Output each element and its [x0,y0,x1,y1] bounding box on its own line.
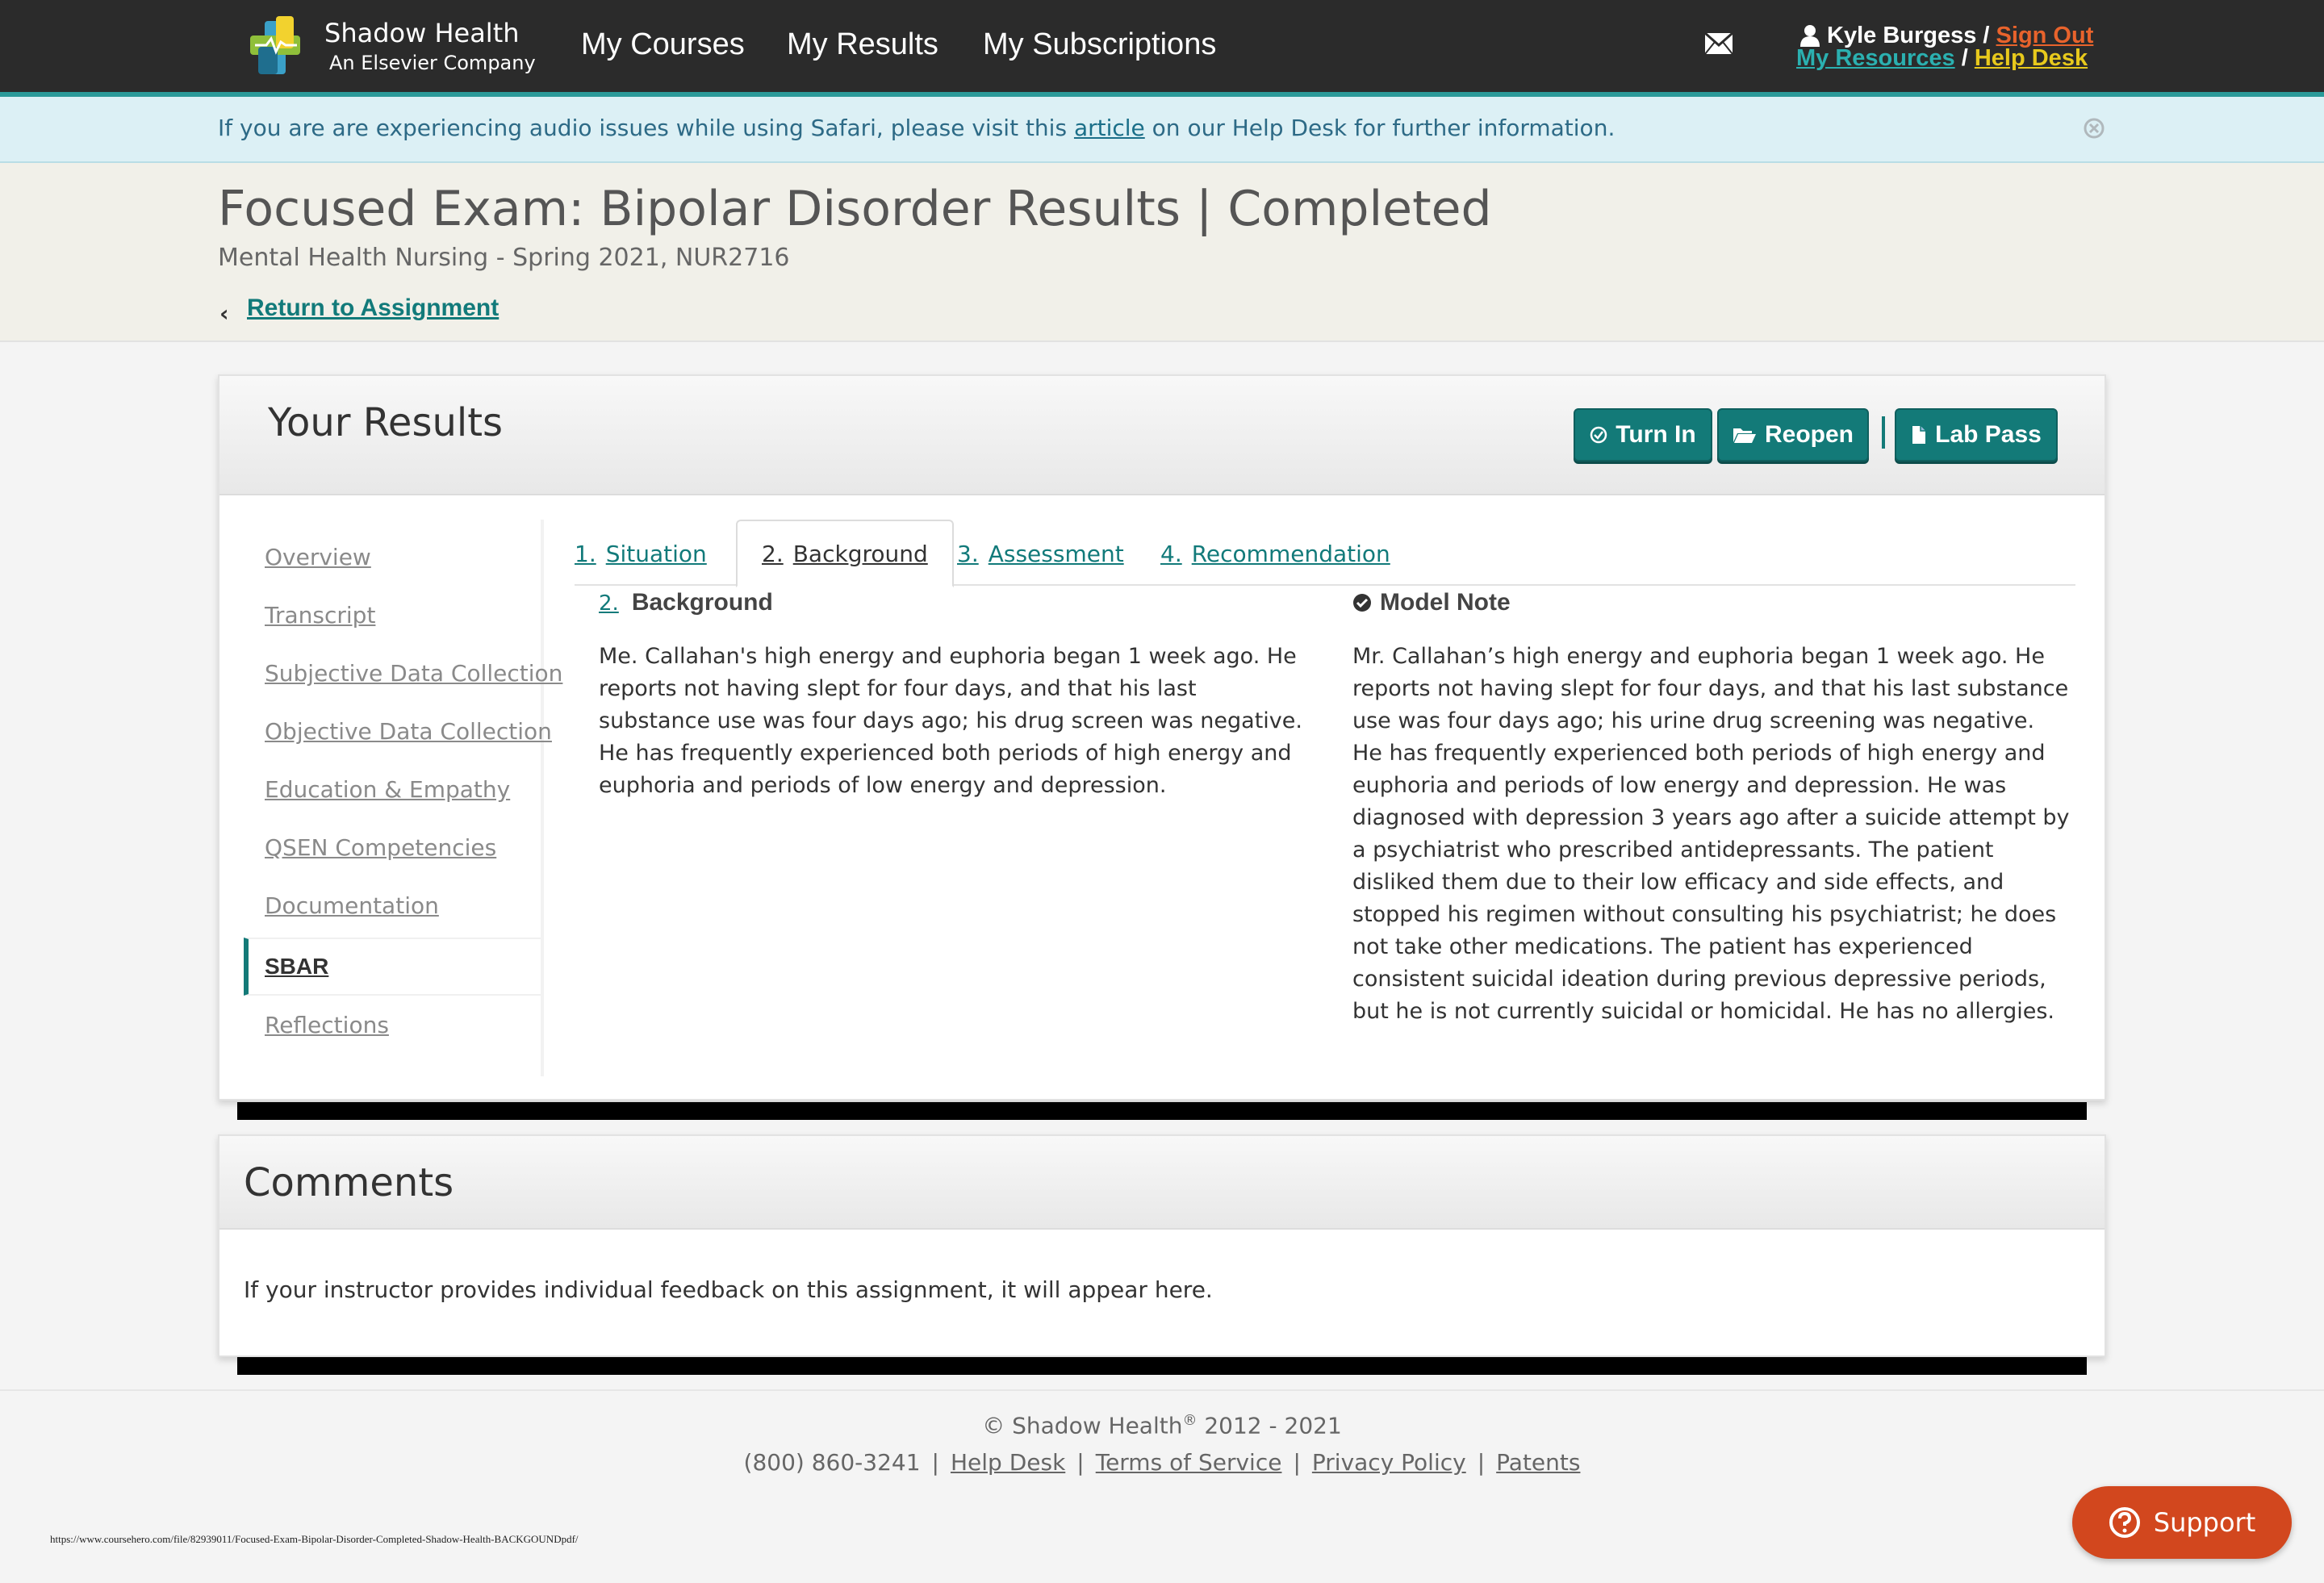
comments-card: Comments If your instructor provides ind… [218,1134,2106,1357]
button-divider [1882,416,1885,449]
check-circle-icon [1353,594,1371,612]
model-note-heading: Model Note [1352,589,1511,616]
chevron-left-icon: ‹ [219,300,229,327]
turn-in-button[interactable]: Turn In [1574,408,1712,462]
sidebar-item-sbar[interactable]: SBAR [244,938,541,996]
sbar-tabs: 1. Situation 2. Background 3. Assessment… [575,520,2075,587]
footer-divider [0,1389,2324,1391]
background-heading: 2. Background [599,589,773,616]
model-note-text: Mr. Callahan’s high energy and euphoria … [1352,644,2070,1024]
course-subtitle: Mental Health Nursing - Spring 2021, NUR… [218,244,790,272]
safari-audio-alert: If you are are experiencing audio issues… [0,97,2324,163]
tab-background[interactable]: 2. Background [736,520,954,587]
separator: / [1961,45,1968,71]
return-to-assignment-link[interactable]: Return to Assignment [247,294,499,322]
comments-placeholder: If your instructor provides individual f… [244,1276,1213,1303]
lab-pass-button[interactable]: Lab Pass [1895,408,2058,462]
sidebar-item-qsen-competencies[interactable]: QSEN Competencies [244,818,541,876]
question-circle-icon [2109,1507,2140,1538]
page-title: Focused Exam: Bipolar Disorder Results |… [218,181,1492,237]
top-navigation-bar: Shadow Health An Elsevier Company My Cou… [0,0,2324,92]
reopen-label: Reopen [1764,421,1854,448]
sidebar-item-overview[interactable]: Overview [244,528,541,586]
sidebar-item-documentation[interactable]: Documentation [244,876,541,934]
results-title: Your Results [268,400,504,445]
shadow-health-logo-mark [250,16,300,74]
shadow-health-logo[interactable]: Shadow Health An Elsevier Company [247,11,536,81]
source-url: https://www.coursehero.com/file/82939011… [50,1533,579,1545]
comments-card-shadow-bar [237,1357,2087,1375]
comments-card-header: Comments [219,1136,2105,1230]
copyright-name: Shadow Health [1012,1412,1183,1439]
alert-article-link[interactable]: article [1074,115,1145,141]
tab-number: 4. [1160,540,1182,567]
close-icon[interactable] [2082,116,2106,140]
copyright-years: 2012 - 2021 [1204,1412,1342,1439]
results-card: Your Results Turn In Reopen Lab Pass Ove… [218,374,2106,1101]
nav-my-results[interactable]: My Results [787,27,938,62]
background-text: Me. Callahan's high energy and euphoria … [599,644,1302,798]
footer-help-desk-link[interactable]: Help Desk [951,1449,1065,1476]
brand-tagline: An Elsevier Company [329,52,536,74]
support-button[interactable]: Support [2072,1486,2292,1559]
folder-open-icon [1733,428,1756,443]
mail-icon[interactable] [1704,32,1733,55]
copyright-symbol: © [982,1412,1005,1439]
nav-my-subscriptions[interactable]: My Subscriptions [983,27,1216,62]
user-menu-line2: My Resources / Help Desk [1796,45,2088,72]
sidebar-item-subjective-data-collection[interactable]: Subjective Data Collection [244,644,562,702]
tab-situation[interactable]: 1. Situation [575,520,707,587]
help-desk-link[interactable]: Help Desk [1975,45,2088,71]
tab-label: Background [792,540,928,567]
tab-number: 2. [762,540,784,567]
copyright: © Shadow Health® 2012 - 2021 [982,1412,1342,1439]
footer-terms-link[interactable]: Terms of Service [1096,1449,1282,1476]
footer-phone: (800) 860-3241 [743,1449,921,1476]
brand-name: Shadow Health [324,18,520,48]
document-icon [1912,426,1926,444]
footer-links: (800) 860-3241 | Help Desk | Terms of Servic… [743,1449,1581,1476]
nav-my-courses[interactable]: My Courses [581,27,745,62]
my-resources-link[interactable]: My Resources [1796,45,1955,71]
user-icon [1800,25,1820,47]
alert-text-before: If you are are experiencing audio issues… [218,115,1074,141]
results-sidebar: Overview Transcript Subjective Data Coll… [244,520,562,1076]
results-card-header: Your Results Turn In Reopen Lab Pass [219,376,2105,495]
footer-privacy-link[interactable]: Privacy Policy [1312,1449,1466,1476]
support-label: Support [2153,1507,2256,1538]
alert-message: If you are are experiencing audio issues… [218,115,1615,141]
tab-label: Situation [605,540,707,567]
lab-pass-label: Lab Pass [1935,421,2042,448]
tab-assessment[interactable]: 3. Assessment [957,520,1124,587]
sidebar-item-objective-data-collection[interactable]: Objective Data Collection [244,702,552,760]
results-card-shadow-bar [237,1102,2087,1120]
background-heading-label: Background [631,589,773,616]
model-note-heading-label: Model Note [1380,589,1511,616]
sidebar-item-transcript[interactable]: Transcript [244,586,541,644]
reopen-button[interactable]: Reopen [1717,408,1869,462]
comments-title: Comments [244,1160,454,1205]
tab-number: 3. [957,540,979,567]
alert-text-after: on our Help Desk for further information… [1144,115,1616,141]
tab-label: Recommendation [1191,540,1390,567]
sidebar-item-reflections[interactable]: Reflections [244,996,541,1054]
footer-patents-link[interactable]: Patents [1496,1449,1580,1476]
turn-in-label: Turn In [1616,421,1696,448]
tab-recommendation[interactable]: 4. Recommendation [1160,520,1390,587]
tab-label: Assessment [988,540,1124,567]
background-number: 2. [599,591,619,616]
sidebar-item-education-empathy[interactable]: Education & Empathy [244,760,541,818]
tab-number: 1. [575,540,596,567]
check-circle-icon [1590,426,1607,444]
